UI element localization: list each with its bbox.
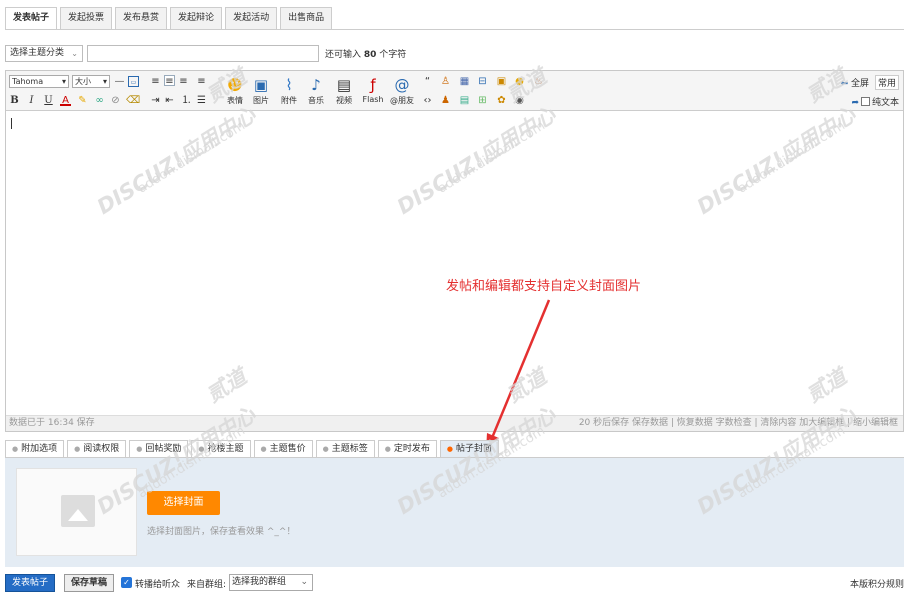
cover-preview [16, 468, 137, 556]
extra-options-tabs: ● 附加选项 ● 阅读权限 ● 回帖奖励 ● 抢楼主题 ● 主题售价 ● 主题标签 ● 定时发… [5, 440, 502, 458]
broadcast-checkbox[interactable]: ✓ [121, 577, 132, 588]
cover-panel: 选择封面 选择封面图片，保存查看效果 ^_^！ [5, 457, 904, 567]
tab-extra-options[interactable]: ● 附加选项 [5, 440, 65, 458]
chevron-down-icon: ⌄ [300, 577, 308, 587]
image-placeholder-icon [61, 495, 95, 527]
publish-button[interactable]: 发表帖子 [5, 574, 56, 592]
tab-floor-grab[interactable]: ● 抢楼主题 [191, 440, 251, 458]
tab-scheduled-post[interactable]: ● 定时发布 [377, 440, 437, 458]
group-select[interactable]: 选择我的群组 ⌄ [229, 574, 313, 591]
credit-rules-link[interactable]: 本版积分规则 [850, 577, 904, 590]
checkmark-icon: ✓ [123, 578, 130, 587]
tab-thread-price[interactable]: ● 主题售价 [253, 440, 313, 458]
broadcast-label: 转播给听众 [135, 580, 181, 590]
cover-hint: 选择封面图片，保存查看效果 ^_^！ [147, 527, 296, 537]
tab-reply-reward[interactable]: ● 回帖奖励 [129, 440, 189, 458]
tab-thread-tags[interactable]: ● 主题标签 [315, 440, 375, 458]
tab-thread-cover[interactable]: ● 帖子封面 [439, 440, 499, 458]
choose-cover-button[interactable]: 选择封面 [147, 491, 220, 515]
from-group-label: 来自群组: [187, 580, 227, 590]
save-draft-button[interactable]: 保存草稿 [64, 574, 115, 592]
tab-read-permission[interactable]: ● 阅读权限 [67, 440, 127, 458]
